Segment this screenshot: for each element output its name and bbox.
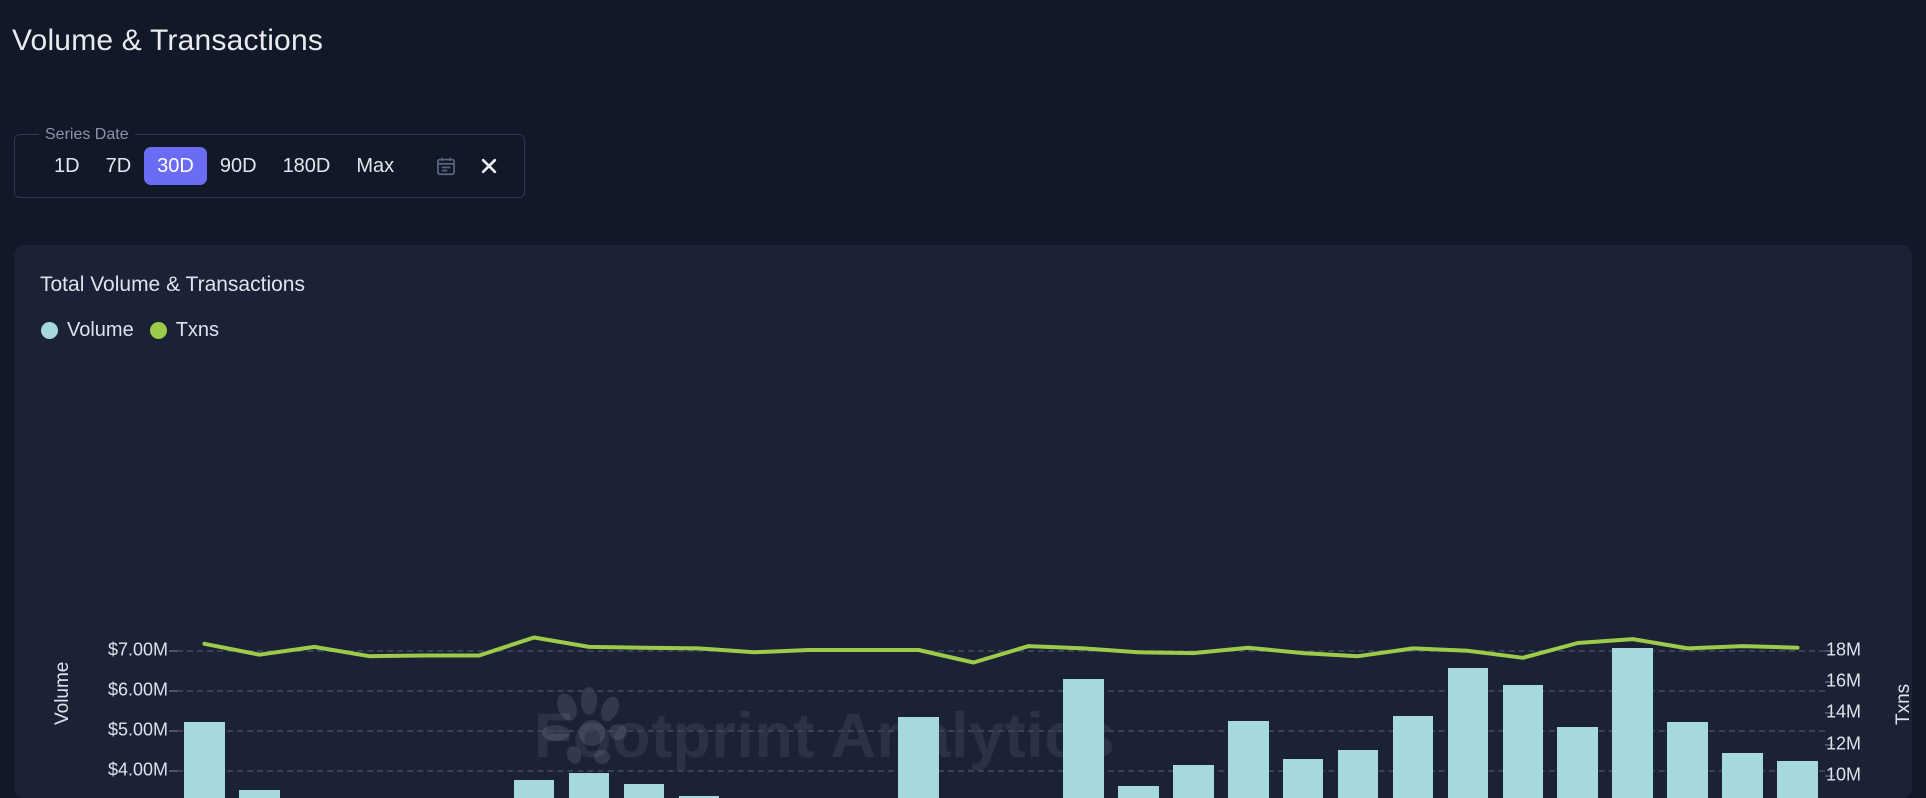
clear-date-button[interactable] [473,156,505,176]
range-button-90d[interactable]: 90D [207,147,270,185]
range-button-7d[interactable]: 7D [93,147,145,185]
page-title: Volume & Transactions [12,24,324,57]
series-date-legend: Series Date [39,124,135,146]
range-button-max[interactable]: Max [343,147,407,185]
y-axis-title-left: Volume [52,661,73,725]
range-button-1d[interactable]: 1D [41,147,93,185]
series-date-fieldset: Series Date 1D 7D 30D 90D 180D Max [14,124,525,198]
range-button-group: 1D 7D 30D 90D 180D Max [15,147,407,185]
chart-card: Total Volume & Transactions Volume Txns F… [14,245,1914,798]
plot-area: Footprint Analytics $0M$1.00M$2.00M$3.00… [14,245,1914,798]
y-axis-title-right: Txns [1893,683,1914,725]
calendar-picker-button[interactable] [429,155,463,177]
range-button-180d[interactable]: 180D [270,147,344,185]
x-tick-labels: July 30, 2023August 6, 2023August 13, 20… [14,245,1912,798]
calendar-icon [437,157,456,176]
page-root: Volume & Transactions Series Date 1D 7D 30… [0,0,1926,798]
close-icon [482,158,497,174]
range-button-30d[interactable]: 30D [144,147,207,185]
